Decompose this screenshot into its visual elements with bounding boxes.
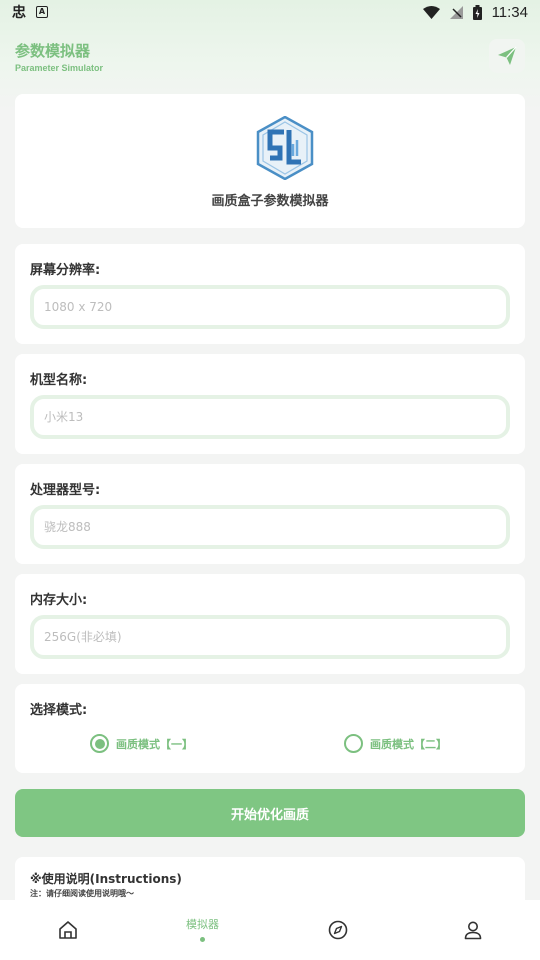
nav-discover[interactable] [270, 900, 405, 960]
nav-home[interactable] [0, 900, 135, 960]
memory-card: 内存大小: [15, 574, 525, 674]
home-icon [58, 921, 77, 939]
logo-caption: 画质盒子参数模拟器 [211, 194, 329, 209]
model-card: 机型名称: [15, 354, 525, 454]
nav-simulator[interactable]: 模拟器 [135, 900, 270, 960]
mode-option-1-label: 画质模式【一】 [116, 737, 193, 751]
signal-off-icon [449, 5, 463, 19]
instructions-title: ※使用说明(Instructions) [30, 872, 182, 886]
status-bar: 忠 A 11:34 [0, 0, 540, 24]
app-title: 参数模拟器 [15, 42, 91, 60]
resolution-label: 屏幕分辨率: [30, 263, 101, 278]
mode-option-1[interactable]: 画质模式【一】 [90, 734, 193, 753]
battery-icon [472, 4, 482, 20]
mode-card: 选择模式: 画质模式【一】 画质模式【二】 [15, 684, 525, 773]
nav-profile[interactable] [405, 900, 540, 960]
instructions-note: 注：请仔细阅读使用说明哦～ [30, 889, 134, 898]
bottom-nav: 模拟器 [0, 900, 540, 960]
memory-input[interactable] [30, 615, 510, 659]
resolution-card: 屏幕分辨率: [15, 244, 525, 344]
user-icon [464, 921, 481, 940]
font-app-icon: A [36, 6, 48, 18]
model-input[interactable] [30, 395, 510, 439]
send-icon [498, 46, 517, 65]
active-indicator [199, 937, 205, 942]
compass-icon [328, 920, 347, 940]
nav-simulator-label: 模拟器 [186, 918, 219, 931]
logo-card: 画质盒子参数模拟器 [15, 94, 525, 228]
send-button[interactable] [489, 39, 525, 73]
status-time: 11:34 [491, 3, 528, 21]
processor-label: 处理器型号: [30, 483, 101, 498]
radio-selected-icon[interactable] [90, 734, 109, 753]
mode-option-2[interactable]: 画质模式【二】 [344, 734, 447, 753]
app-logo-icon [256, 116, 314, 180]
mode-option-2-label: 画质模式【二】 [370, 737, 447, 751]
radio-unselected-icon[interactable] [344, 734, 363, 753]
wifi-icon [422, 5, 440, 19]
processor-card: 处理器型号: [15, 464, 525, 564]
resolution-input[interactable] [30, 285, 510, 329]
mode-label: 选择模式: [30, 703, 88, 718]
notification-icon: 忠 [12, 5, 26, 21]
model-label: 机型名称: [30, 373, 88, 388]
app-subtitle: Parameter Simulator [15, 63, 104, 73]
memory-label: 内存大小: [30, 593, 88, 608]
processor-input[interactable] [30, 505, 510, 549]
start-optimize-button[interactable]: 开始优化画质 [15, 789, 525, 837]
